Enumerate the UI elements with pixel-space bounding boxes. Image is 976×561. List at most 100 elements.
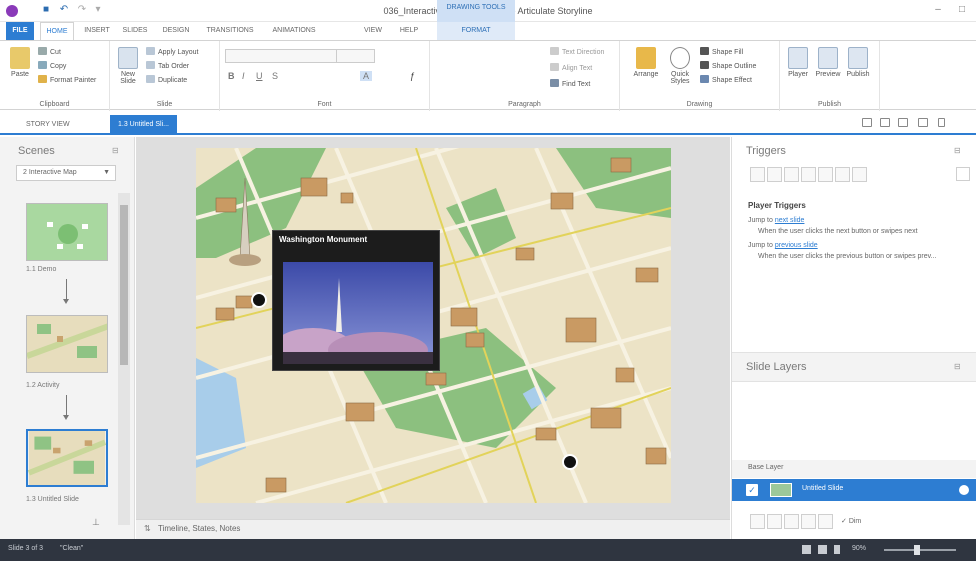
- trigger-condition: When the user clicks the previous button…: [758, 253, 937, 260]
- monument-photo: [283, 262, 433, 364]
- tab-order-button[interactable]: Tab Order: [146, 61, 189, 71]
- drawing-group: Arrange Quick Styles Shape Fill Shape Ou…: [620, 41, 780, 111]
- tab-slides[interactable]: SLIDES: [118, 22, 152, 40]
- tab-view[interactable]: VIEW: [358, 22, 388, 40]
- filter-icon[interactable]: [834, 545, 840, 554]
- pin-icon[interactable]: ⊟: [954, 362, 961, 371]
- paste-layer-icon[interactable]: [801, 513, 816, 529]
- phone-portrait-icon[interactable]: [938, 118, 945, 127]
- tab-file[interactable]: FILE: [6, 22, 34, 40]
- delete-trigger-icon[interactable]: [818, 167, 833, 182]
- font-size-dropdown[interactable]: [336, 49, 374, 63]
- cut-button[interactable]: Cut: [38, 47, 61, 57]
- new-layer-icon[interactable]: [750, 513, 765, 529]
- highlight-icon[interactable]: A: [360, 71, 373, 81]
- map-hotspot-marker[interactable]: [562, 454, 578, 470]
- shape-outline-button[interactable]: Shape Outline: [700, 61, 756, 71]
- duplicate-layer-icon[interactable]: [784, 513, 799, 529]
- move-up-icon[interactable]: [835, 167, 850, 182]
- publish-button[interactable]: Publish: [844, 47, 872, 78]
- slide-group-label: Slide: [156, 101, 173, 108]
- scene-thumbnail-1[interactable]: [26, 203, 108, 261]
- paragraph-group: Text Direction Align Text Find Text Para…: [430, 41, 620, 111]
- move-down-icon[interactable]: [852, 167, 867, 182]
- minimize-icon[interactable]: –: [932, 4, 944, 16]
- find-text-button[interactable]: Find Text: [550, 79, 590, 89]
- tab-design[interactable]: DESIGN: [156, 22, 196, 40]
- clear-format-icon[interactable]: ƒ: [410, 71, 415, 81]
- apply-layout-button[interactable]: Apply Layout: [146, 47, 198, 57]
- phone-landscape-icon[interactable]: [918, 118, 928, 127]
- flow-arrow-icon: [63, 395, 69, 420]
- layer-row[interactable]: ✓ Untitled Slide: [732, 479, 976, 501]
- tab-transitions[interactable]: TRANSITIONS: [200, 22, 260, 40]
- slide-counter: Slide 3 of 3: [8, 545, 44, 552]
- duplicate-button[interactable]: Duplicate: [146, 75, 187, 85]
- tab-help[interactable]: HELP: [394, 22, 424, 40]
- quick-styles-button[interactable]: Quick Styles: [666, 47, 694, 85]
- paste-trigger-icon[interactable]: [801, 167, 816, 182]
- align-text-button[interactable]: Align Text: [550, 63, 592, 73]
- text-direction-button[interactable]: Text Direction: [550, 47, 604, 57]
- tablet-view-icon[interactable]: [898, 118, 908, 127]
- zoom-slider-thumb[interactable]: [914, 545, 920, 555]
- shape-fill-button[interactable]: Shape Fill: [700, 47, 743, 57]
- scenes-scrollbar[interactable]: [118, 193, 130, 525]
- timeline-bar[interactable]: ⇅ Timeline, States, Notes: [136, 519, 730, 539]
- slide-layers-header: Slide Layers ⊟: [732, 352, 976, 382]
- shape-effect-button[interactable]: Shape Effect: [700, 75, 752, 85]
- strikethrough-icon[interactable]: S: [272, 71, 278, 81]
- tab-active-slide[interactable]: 1.3 Untitled Sli...: [110, 115, 177, 135]
- publish-group: Player Preview Publish Publish: [780, 41, 880, 111]
- calendar-icon[interactable]: [956, 167, 970, 181]
- pin-icon[interactable]: ⊟: [112, 146, 119, 155]
- fit-slide-icon[interactable]: [818, 545, 827, 554]
- add-slide-icon[interactable]: ⊥: [92, 517, 100, 528]
- bold-icon[interactable]: B: [228, 71, 235, 81]
- layer-properties-icon[interactable]: [959, 485, 969, 495]
- tab-animations[interactable]: ANIMATIONS: [264, 22, 324, 40]
- document-tab-bar: STORY VIEW 1.3 Untitled Sli...: [0, 111, 976, 135]
- pin-icon[interactable]: ⊟: [954, 146, 961, 155]
- italic-icon[interactable]: I: [242, 71, 245, 81]
- layer-visibility-checkbox[interactable]: ✓: [746, 484, 758, 496]
- scenes-panel: Scenes ⊟ 2 Interactive Map ▼ 1.1 Demo 1.…: [0, 137, 135, 539]
- preview-button[interactable]: Preview: [814, 47, 842, 78]
- new-slide-button[interactable]: New Slide: [114, 47, 142, 85]
- tab-home[interactable]: HOME: [40, 22, 74, 40]
- layer-properties-button-icon[interactable]: [767, 513, 782, 529]
- new-trigger-icon[interactable]: [750, 167, 765, 182]
- trigger-item[interactable]: Jump to next slide: [748, 217, 804, 224]
- maximize-icon[interactable]: □: [956, 4, 968, 16]
- slide-canvas[interactable]: Washington Monument: [196, 148, 671, 503]
- normal-view-icon[interactable]: [862, 118, 872, 127]
- paste-button[interactable]: Paste: [6, 47, 34, 78]
- player-button[interactable]: Player: [784, 47, 812, 78]
- delete-layer-icon[interactable]: [818, 513, 833, 529]
- tab-format[interactable]: FORMAT: [437, 22, 515, 40]
- arrange-icon: [636, 47, 656, 69]
- copy-button[interactable]: Copy: [38, 61, 66, 71]
- scene-selector[interactable]: 2 Interactive Map ▼: [16, 165, 116, 181]
- layer-name: Untitled Slide: [802, 485, 844, 492]
- scrollbar-thumb[interactable]: [120, 205, 128, 365]
- slide-view-icon[interactable]: [880, 118, 890, 127]
- scenes-title: Scenes: [18, 145, 55, 157]
- underline-icon[interactable]: U: [256, 71, 263, 81]
- trigger-item[interactable]: Jump to previous slide: [748, 242, 818, 249]
- tab-insert[interactable]: INSERT: [80, 22, 114, 40]
- context-group-label: DRAWING TOOLS: [437, 0, 515, 22]
- scene-thumbnail-2[interactable]: [26, 315, 108, 373]
- timeline-label[interactable]: Timeline, States, Notes: [158, 524, 240, 533]
- copy-trigger-icon[interactable]: [784, 167, 799, 182]
- paste-icon: [10, 47, 30, 69]
- dim-toggle[interactable]: ✓ Dim: [841, 517, 861, 525]
- scene-thumbnail-3[interactable]: [26, 429, 108, 487]
- normal-view-status-icon[interactable]: [802, 545, 811, 554]
- arrange-button[interactable]: Arrange: [632, 47, 660, 78]
- edit-trigger-icon[interactable]: [767, 167, 782, 182]
- tab-story-view[interactable]: STORY VIEW: [18, 115, 78, 135]
- zoom-slider[interactable]: [884, 549, 956, 551]
- format-painter-button[interactable]: Format Painter: [38, 75, 96, 85]
- map-hotspot-marker[interactable]: [251, 292, 267, 308]
